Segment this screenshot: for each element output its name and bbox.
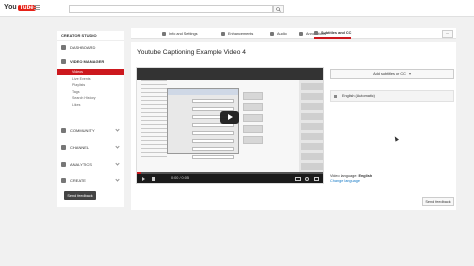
change-language-link[interactable]: Change language	[330, 179, 360, 183]
video-player[interactable]: 0:00 / 0:05	[136, 67, 324, 184]
sidebar-subitem-playlists[interactable]: Playlists	[57, 82, 124, 88]
chevron-down-icon	[115, 161, 120, 166]
pencil-icon	[162, 31, 166, 36]
video-progress-fill	[137, 172, 141, 174]
sidebar-item-label: CREATE	[70, 177, 86, 183]
channel-icon	[61, 144, 66, 150]
more-options-button[interactable]: ···	[442, 30, 453, 38]
video-progress-bar[interactable]	[137, 172, 323, 174]
video-manager-icon	[61, 58, 66, 64]
video-language-value: English	[358, 174, 373, 178]
tab-label: Info and Settings	[169, 31, 198, 36]
sidebar-item-analytics[interactable]: ANALYTICS	[57, 159, 124, 169]
search-button[interactable]	[273, 5, 284, 13]
logo-tube-text: Tube	[17, 4, 36, 11]
video-language-label: Video language:	[330, 174, 358, 178]
video-frame-thumbnails	[243, 92, 263, 152]
video-frame-text-lines	[141, 80, 167, 160]
video-frame-toolbar	[137, 68, 323, 80]
tab-info-and-settings[interactable]: Info and Settings	[162, 28, 198, 39]
add-subtitles-label: Add subtitles or CC	[373, 72, 406, 76]
sidebar-subitem-videos[interactable]: Videos	[57, 69, 124, 75]
sidebar-subitem-likes[interactable]: Likes	[57, 102, 124, 108]
tab-subtitles-and-cc[interactable]: Subtitles and CC	[314, 28, 352, 39]
video-frame-side-panel	[299, 80, 323, 172]
add-subtitles-button[interactable]: Add subtitles or CC	[330, 69, 454, 79]
sidebar-item-label: CHANNEL	[70, 144, 90, 150]
video-controls: 0:00 / 0:05	[137, 172, 323, 183]
volume-icon[interactable]	[152, 177, 155, 181]
editor-tabs: Info and Settings Enhancements Audio Ann…	[131, 28, 456, 39]
chevron-down-icon	[115, 177, 120, 182]
sidebar-send-feedback-button[interactable]: Send feedback	[64, 191, 96, 200]
fullscreen-icon[interactable]	[314, 177, 319, 181]
annotation-icon	[299, 31, 303, 36]
sidebar-heading: CREATOR STUDIO	[57, 31, 124, 41]
chevron-down-icon	[115, 144, 120, 149]
tab-label: Enhancements	[228, 31, 254, 36]
sidebar-item-video-manager[interactable]: VIDEO MANAGER	[57, 56, 124, 66]
subtitles-icon	[314, 30, 318, 35]
dashboard-icon	[61, 44, 66, 50]
play-button[interactable]	[220, 111, 239, 124]
search-icon	[276, 6, 281, 12]
music-icon	[270, 31, 274, 36]
tab-label: Audio	[277, 31, 287, 36]
send-feedback-button[interactable]: Send feedback	[422, 197, 454, 206]
sidebar: CREATOR STUDIO DASHBOARD VIDEO MANAGER V…	[57, 31, 124, 207]
logo-you-text: You	[4, 4, 17, 11]
search-input[interactable]	[69, 5, 273, 13]
sidebar-item-label: VIDEO MANAGER	[70, 58, 105, 64]
track-status-icon	[334, 94, 337, 98]
captions-icon[interactable]	[295, 177, 301, 181]
play-icon[interactable]	[142, 177, 145, 181]
sidebar-item-label: DASHBOARD	[70, 44, 96, 50]
community-icon	[61, 127, 66, 133]
sidebar-item-create[interactable]: CREATE	[57, 175, 124, 185]
chevron-down-icon	[408, 73, 411, 75]
tab-audio[interactable]: Audio	[270, 28, 287, 39]
tab-enhancements[interactable]: Enhancements	[221, 28, 253, 39]
chevron-down-icon	[115, 127, 120, 132]
gear-icon[interactable]	[305, 177, 309, 181]
analytics-icon	[61, 161, 66, 167]
video-language: Video language: English	[330, 174, 372, 178]
sidebar-item-label: ANALYTICS	[70, 161, 92, 167]
top-bar: You Tube	[0, 0, 474, 17]
sidebar-item-label: COMMUNITY	[70, 127, 95, 133]
tab-label: Subtitles and CC	[321, 30, 352, 35]
sidebar-item-dashboard[interactable]: DASHBOARD	[57, 42, 124, 52]
video-time: 0:00 / 0:05	[171, 176, 189, 180]
menu-icon[interactable]	[34, 5, 40, 10]
sidebar-item-channel[interactable]: CHANNEL	[57, 142, 124, 152]
video-title: Youtube Captioning Example Video 4	[137, 49, 246, 56]
create-icon	[61, 177, 66, 183]
caption-track-row[interactable]: English (Automatic)	[330, 90, 454, 102]
sidebar-item-community[interactable]: COMMUNITY	[57, 125, 124, 135]
caption-track-label: English (Automatic)	[342, 94, 375, 98]
sidebar-subitem-search-history[interactable]: Search History	[57, 95, 124, 101]
youtube-logo[interactable]: You Tube	[4, 4, 36, 11]
wand-icon	[221, 31, 225, 36]
